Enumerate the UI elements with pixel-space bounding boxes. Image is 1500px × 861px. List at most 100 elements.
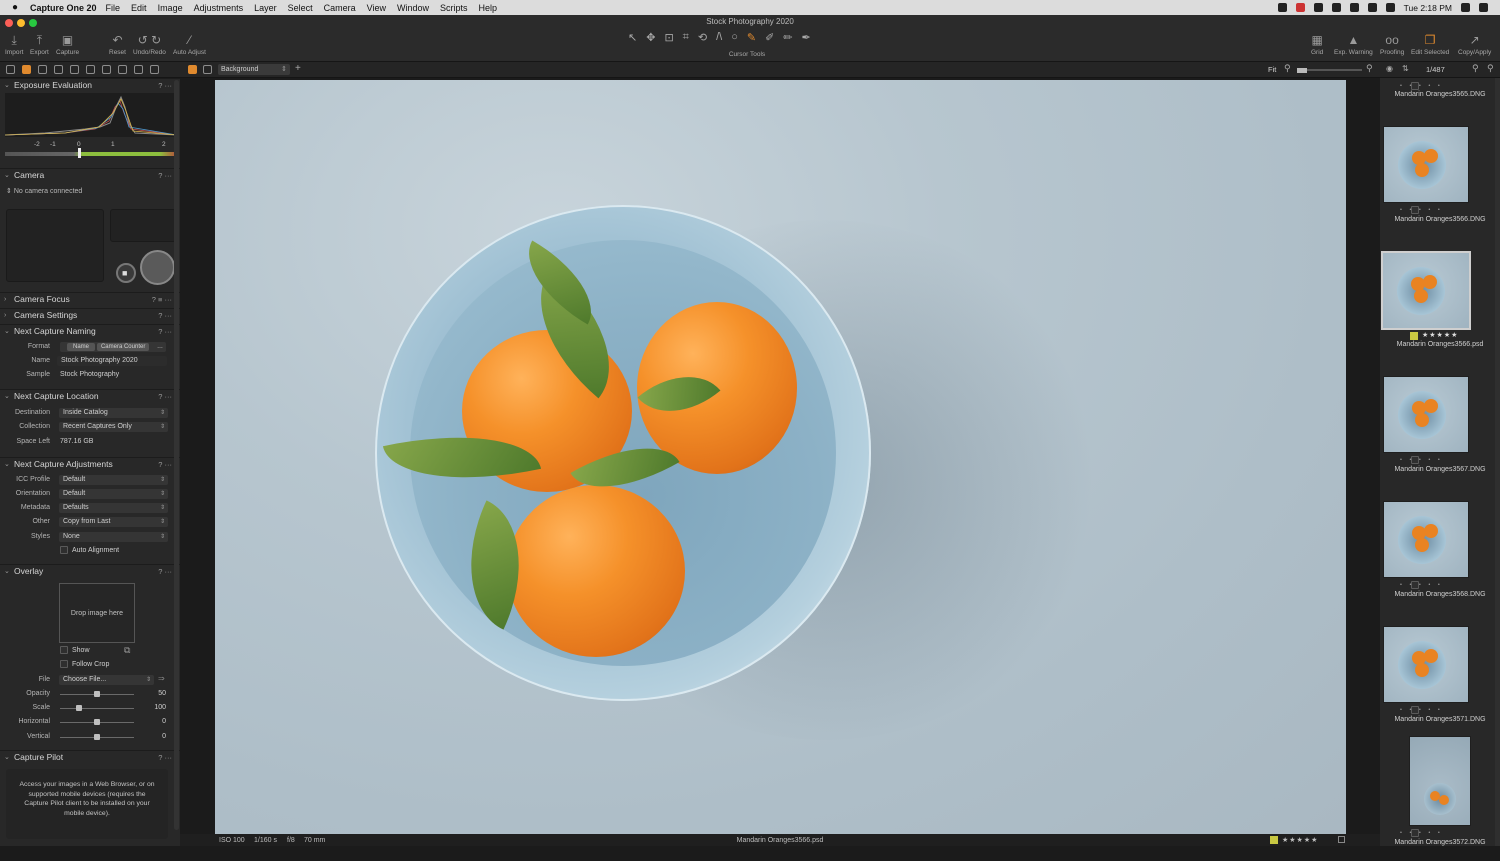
- browser-scrollbar[interactable]: [1495, 78, 1500, 846]
- show-overlay-checkbox[interactable]: [60, 646, 68, 654]
- help-menu-icon[interactable]: ? ···: [158, 309, 172, 322]
- import-button[interactable]: ⤓Import: [5, 31, 23, 56]
- menu-help[interactable]: Help: [479, 3, 498, 13]
- crop-tool-icon[interactable]: ⌗: [683, 31, 689, 44]
- slider-knob[interactable]: [94, 734, 100, 740]
- star-rating[interactable]: • • • • •: [1400, 707, 1443, 713]
- thumbnail[interactable]: • • • • • Mandarin Oranges3571.DNG: [1380, 626, 1500, 751]
- star-rating[interactable]: • • • • •: [1400, 457, 1443, 463]
- library-tab-icon[interactable]: [6, 65, 15, 74]
- menu-scripts[interactable]: Scripts: [440, 3, 468, 13]
- status-icon-chat[interactable]: [1332, 3, 1341, 12]
- capture-tab-icon[interactable]: [22, 65, 31, 74]
- metadata-tab-icon[interactable]: [118, 65, 127, 74]
- brush-tool-icon[interactable]: ✎: [747, 31, 756, 44]
- app-name-menu[interactable]: Capture One 20: [30, 3, 97, 13]
- layer-selector[interactable]: Background⇕: [218, 64, 290, 75]
- vertical-value[interactable]: 0: [146, 733, 166, 740]
- exposure-evaluation-header[interactable]: ⌄Exposure Evaluation? ···: [0, 78, 180, 92]
- help-menu-icon[interactable]: ? ···: [158, 751, 172, 764]
- details-tab-icon[interactable]: [86, 65, 95, 74]
- batch-tab-icon[interactable]: [150, 65, 159, 74]
- zoom-in-icon[interactable]: ⚲: [1366, 63, 1373, 74]
- status-icon-display[interactable]: [1350, 3, 1359, 12]
- more-options-icon[interactable]: …: [157, 342, 163, 352]
- color-tag[interactable]: [1270, 836, 1278, 844]
- menubar-clock[interactable]: Tue 2:18 PM: [1404, 3, 1452, 13]
- help-menu-icon[interactable]: ? ···: [158, 390, 172, 403]
- other-select[interactable]: Copy from Last⇕: [59, 517, 168, 527]
- help-menu-icon[interactable]: ? ···: [158, 458, 172, 471]
- single-view-icon[interactable]: [203, 65, 212, 74]
- styles-select[interactable]: None⇕: [59, 532, 168, 542]
- thumbnail[interactable]: • • • • • Mandarin Oranges3568.DNG: [1380, 501, 1500, 626]
- color-tag[interactable]: [1410, 332, 1418, 340]
- browser-search-icon[interactable]: ⚲: [1472, 63, 1479, 74]
- zoom-icon[interactable]: ⚲: [1284, 63, 1291, 74]
- help-menu-icon[interactable]: ? ···: [158, 565, 172, 578]
- next-capture-location-header[interactable]: ⌄Next Capture Location? ···: [0, 389, 180, 403]
- menu-image[interactable]: Image: [158, 3, 183, 13]
- collection-select[interactable]: Recent Captures Only⇕: [59, 422, 168, 432]
- slider-knob[interactable]: [76, 705, 82, 711]
- auto-adjust-button[interactable]: ⁄Auto Adjust: [173, 31, 206, 56]
- adjustments-tab-icon[interactable]: [102, 65, 111, 74]
- menu-view[interactable]: View: [367, 3, 386, 13]
- horizontal-value[interactable]: 0: [146, 718, 166, 725]
- scale-value[interactable]: 100: [146, 704, 166, 711]
- follow-crop-checkbox[interactable]: [60, 660, 68, 668]
- keystone-tool-icon[interactable]: /\: [716, 31, 722, 44]
- thumbnail[interactable]: • • • • • Mandarin Oranges3572.DNG: [1380, 736, 1500, 861]
- sort-icon[interactable]: ⇅: [1402, 64, 1409, 73]
- thumbnail[interactable]: • • • • • Mandarin Oranges3566.DNG: [1380, 126, 1500, 251]
- star-rating[interactable]: • • • • •: [1400, 207, 1443, 213]
- star-rating[interactable]: • • • • •: [1400, 830, 1443, 836]
- output-tab-icon[interactable]: [134, 65, 143, 74]
- horizontal-slider[interactable]: [60, 722, 134, 723]
- help-menu-icon[interactable]: ? ···: [158, 79, 172, 92]
- spot-removal-icon[interactable]: ○: [731, 31, 738, 44]
- menu-select[interactable]: Select: [288, 3, 313, 13]
- auto-alignment-checkbox[interactable]: [60, 546, 68, 554]
- apple-menu-icon[interactable]: ●: [0, 2, 30, 13]
- help-menu-icon[interactable]: ? ···: [158, 169, 172, 182]
- filter-icon[interactable]: ⚲: [1487, 63, 1494, 74]
- gradient-mask-icon[interactable]: ✐: [765, 31, 774, 44]
- status-icon-app[interactable]: [1296, 3, 1305, 12]
- menu-file[interactable]: File: [106, 3, 121, 13]
- rotate-tool-icon[interactable]: ⟲: [698, 31, 707, 44]
- zoom-fit-label[interactable]: Fit: [1268, 65, 1276, 74]
- main-photo[interactable]: [215, 80, 1346, 834]
- arrow-right-icon[interactable]: ⇒: [158, 674, 165, 683]
- help-menu-icon[interactable]: ? ≡ ···: [152, 293, 172, 306]
- name-token[interactable]: Name: [67, 343, 95, 351]
- capture-button[interactable]: ▣Capture: [56, 31, 79, 56]
- exposure-tab-icon[interactable]: [70, 65, 79, 74]
- camera-status[interactable]: ⇕ No camera connected: [6, 187, 82, 195]
- search-icon[interactable]: [1461, 3, 1470, 12]
- pointer-tool-icon[interactable]: ↖: [628, 31, 637, 44]
- vertical-slider[interactable]: [60, 737, 134, 738]
- zoom-slider[interactable]: [1297, 69, 1362, 71]
- destination-select[interactable]: Inside Catalog⇕: [59, 408, 168, 418]
- menu-adjustments[interactable]: Adjustments: [194, 3, 244, 13]
- star-rating[interactable]: ★★★★★: [1282, 836, 1318, 844]
- color-tab-icon[interactable]: [54, 65, 63, 74]
- name-input[interactable]: Stock Photography 2020: [57, 356, 167, 366]
- opacity-slider[interactable]: [60, 694, 134, 695]
- proofing-button[interactable]: ooProofing: [1380, 31, 1404, 56]
- exposure-warning-button[interactable]: ▲Exp. Warning: [1334, 31, 1373, 56]
- file-select[interactable]: Choose File...⇕: [59, 675, 154, 685]
- eye-icon[interactable]: ◉: [1386, 64, 1393, 73]
- add-layer-icon[interactable]: +: [295, 63, 301, 74]
- opacity-value[interactable]: 50: [146, 690, 166, 697]
- eraser-icon[interactable]: ✏: [783, 31, 792, 44]
- live-view-button[interactable]: ■: [116, 263, 136, 283]
- menu-edit[interactable]: Edit: [131, 3, 147, 13]
- orientation-select[interactable]: Default⇕: [59, 489, 168, 499]
- slider-knob[interactable]: [94, 691, 100, 697]
- overlay-header[interactable]: ⌄Overlay? ···: [0, 564, 180, 578]
- help-menu-icon[interactable]: ? ···: [158, 325, 172, 338]
- export-button[interactable]: ⤒Export: [30, 31, 49, 56]
- thumbnail-selected[interactable]: ★★★★★ Mandarin Oranges3566.psd: [1380, 251, 1500, 376]
